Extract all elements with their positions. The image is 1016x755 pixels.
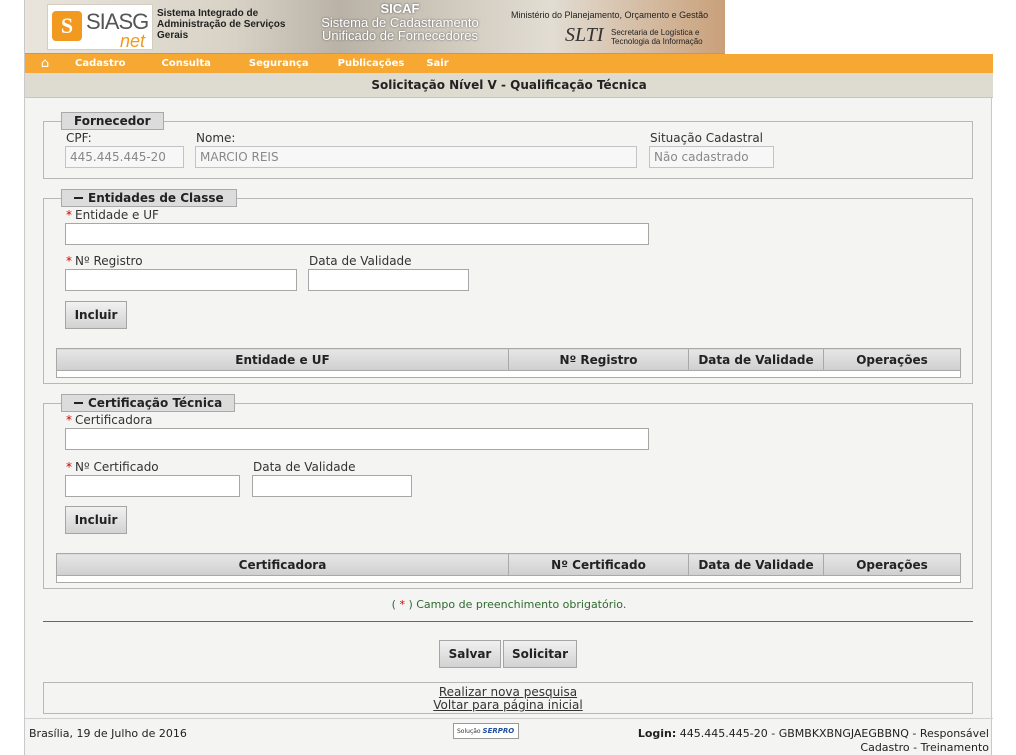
col-cert-validade[interactable]: Data de Validade xyxy=(688,553,824,576)
footer-date: Brasília, 19 de Julho de 2016 xyxy=(29,727,187,740)
sicaf-title-sub: Sistema de Cadastramento Unificado de Fo… xyxy=(321,15,479,43)
login-value: 445.445.445-20 - GBMBKXBNGJAEGBBNQ - Res… xyxy=(679,727,989,740)
slti-text: Secretaria de Logística e Tecnologia da … xyxy=(611,28,703,46)
footer-login: Login: 445.445.445-20 - GBMBKXBNGJAEGBBN… xyxy=(638,727,989,755)
system-name: Sistema Integrado de Administração de Se… xyxy=(157,8,286,41)
certificacao-legend[interactable]: Certificação Técnica xyxy=(61,394,236,412)
certificadora-label-text: Certificadora xyxy=(75,413,153,427)
menu-item-seguranca[interactable]: Segurança xyxy=(249,58,309,69)
table-row xyxy=(56,370,961,378)
ministry-name: Ministério do Planejamento, Orçamento e … xyxy=(511,10,709,20)
certificadora-input[interactable] xyxy=(65,428,649,450)
nome-label: Nome: xyxy=(196,131,236,145)
footer-login-line1: Login: 445.445.445-20 - GBMBKXBNGJAEGBBN… xyxy=(638,727,989,741)
links-box: Realizar nova pesquisa Voltar para págin… xyxy=(43,682,973,714)
serpro-prefix: Solução xyxy=(457,728,481,735)
sicaf-title-main: SICAF xyxy=(380,1,420,16)
header-banner: S SIASG net Sistema Integrado de Adminis… xyxy=(25,0,993,54)
col-validade[interactable]: Data de Validade xyxy=(688,348,824,371)
validade-label: Data de Validade xyxy=(309,254,412,268)
solicitar-button[interactable]: Solicitar xyxy=(503,640,577,668)
menu-item-publicacoes[interactable]: Publicações xyxy=(338,58,405,69)
serpro-logo: Solução SERPRO xyxy=(453,723,519,739)
cpf-label: CPF: xyxy=(66,131,92,145)
cpf-field: 445.445.445-20 xyxy=(65,146,184,168)
entidade-uf-input[interactable] xyxy=(65,223,649,245)
serpro-name: SERPRO xyxy=(482,727,515,735)
registro-input[interactable] xyxy=(65,269,297,291)
validade-input[interactable] xyxy=(308,269,469,291)
situacao-field: Não cadastrado xyxy=(649,146,774,168)
entidade-uf-label: * Entidade e UF xyxy=(66,208,159,222)
required-star: * xyxy=(66,208,72,222)
certificacao-table: Certificadora Nº Certificado Data de Val… xyxy=(56,553,961,583)
fornecedor-fieldset: Fornecedor CPF: 445.445.445-20 Nome: MAR… xyxy=(43,112,973,179)
menu-item-cadastro[interactable]: Cadastro xyxy=(75,58,126,69)
collapse-icon[interactable] xyxy=(74,196,83,199)
main-menu: ⌂ Cadastro Consulta Segurança Publicaçõe… xyxy=(25,54,993,73)
certificado-input[interactable] xyxy=(65,475,240,497)
divider xyxy=(43,621,973,622)
required-star: * xyxy=(66,460,72,474)
col-cert-operacoes: Operações xyxy=(823,553,961,576)
certificado-label: * Nº Certificado xyxy=(66,460,159,474)
footer-login-line2: Cadastro - Treinamento xyxy=(860,741,989,754)
table-empty-row xyxy=(56,370,961,378)
entidades-table: Entidade e UF Nº Registro Data de Valida… xyxy=(56,348,961,378)
certificado-label-text: Nº Certificado xyxy=(75,460,159,474)
certificacao-legend-text: Certificação Técnica xyxy=(88,396,223,410)
incluir-entidade-button[interactable]: Incluir xyxy=(65,301,127,329)
incluir-certificacao-button[interactable]: Incluir xyxy=(65,506,127,534)
menu-item-consulta[interactable]: Consulta xyxy=(162,58,211,69)
situacao-label: Situação Cadastral xyxy=(650,131,764,145)
entidade-uf-label-text: Entidade e UF xyxy=(75,208,159,222)
cert-validade-label: Data de Validade xyxy=(253,460,356,474)
collapse-icon[interactable] xyxy=(74,401,83,404)
registro-label-text: Nº Registro xyxy=(75,254,143,268)
page-frame: S SIASG net Sistema Integrado de Adminis… xyxy=(24,0,993,755)
col-entidade-uf[interactable]: Entidade e UF xyxy=(56,348,509,371)
table-empty-row xyxy=(56,575,961,583)
entidades-legend-text: Entidades de Classe xyxy=(88,191,224,205)
col-registro[interactable]: Nº Registro xyxy=(508,348,689,371)
certificacao-fieldset: Certificação Técnica * Certificadora * Nº … xyxy=(43,394,973,589)
nome-field: MARCIO REIS xyxy=(195,146,637,168)
menu-item-sair[interactable]: Sair xyxy=(426,58,448,69)
required-note: ( * ) Campo de preenchimento obrigatório… xyxy=(25,598,993,611)
col-operacoes: Operações xyxy=(823,348,961,371)
required-star: * xyxy=(66,254,72,268)
home-icon[interactable]: ⌂ xyxy=(25,54,65,73)
table-row xyxy=(56,575,961,583)
siasg-logo-mark: S xyxy=(52,11,82,41)
cert-validade-input[interactable] xyxy=(252,475,412,497)
registro-label: * Nº Registro xyxy=(66,254,143,268)
banner-art: S SIASG net Sistema Integrado de Adminis… xyxy=(25,0,725,54)
entidades-fieldset: Entidades de Classe * Entidade e UF * Nº R… xyxy=(43,189,973,384)
sicaf-title: SICAF Sistema de Cadastramento Unificado… xyxy=(295,1,505,43)
slti-logo: SLTI xyxy=(565,24,604,46)
required-note-text: ) Campo de preenchimento obrigatório. xyxy=(404,598,627,611)
certificadora-label: * Certificadora xyxy=(66,413,153,427)
footer: Brasília, 19 de Julho de 2016 Solução SE… xyxy=(25,718,993,755)
page-title: Solicitação Nível V - Qualificação Técni… xyxy=(25,73,993,98)
siasg-logo: S SIASG net xyxy=(47,4,153,51)
col-certificadora[interactable]: Certificadora xyxy=(56,553,509,576)
siasg-logo-net: net xyxy=(120,31,146,51)
required-star: * xyxy=(66,413,72,427)
entidades-legend[interactable]: Entidades de Classe xyxy=(61,189,237,207)
fornecedor-legend: Fornecedor xyxy=(61,112,164,130)
col-certificado[interactable]: Nº Certificado xyxy=(508,553,689,576)
salvar-button[interactable]: Salvar xyxy=(439,640,501,668)
login-label: Login: xyxy=(637,727,677,740)
voltar-link[interactable]: Voltar para página inicial xyxy=(44,699,972,712)
